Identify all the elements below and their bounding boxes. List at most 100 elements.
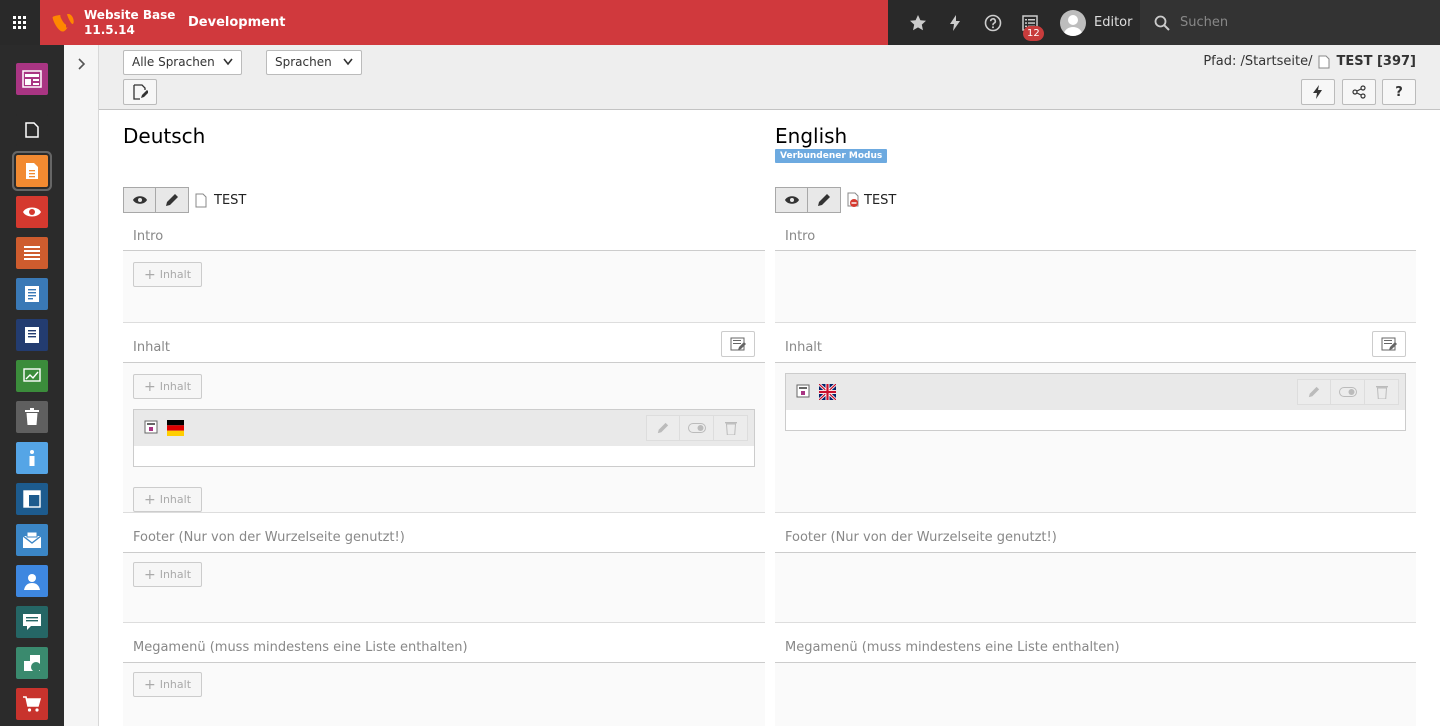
- help-button[interactable]: ?: [1382, 79, 1416, 105]
- share-button[interactable]: [1342, 79, 1376, 105]
- module-template-icon[interactable]: [16, 319, 48, 351]
- pencil-icon: [818, 194, 830, 206]
- app-menu-icon[interactable]: [0, 0, 40, 45]
- delete-content-button[interactable]: [714, 415, 748, 441]
- module-recycler-icon[interactable]: [16, 401, 48, 433]
- site-brand[interactable]: Website Base 11.5.14 Development: [40, 0, 888, 45]
- flag-gb-icon: [819, 384, 836, 400]
- question-icon: ?: [1395, 84, 1403, 100]
- module-about-icon[interactable]: [16, 442, 48, 474]
- doc-header: Alle Sprachen Sprachen Pfad: /Startseite…: [99, 45, 1440, 110]
- page-toolbar: TEST: [775, 187, 896, 213]
- module-page-list-icon[interactable]: [16, 155, 48, 187]
- toggle-icon: [1338, 387, 1357, 397]
- section-title: Footer (Nur von der Wurzelseite genutzt!…: [133, 530, 405, 545]
- languages-select[interactable]: Sprachen: [266, 50, 362, 75]
- module-info-icon[interactable]: [16, 278, 48, 310]
- clear-cache-button[interactable]: [1301, 79, 1335, 105]
- module-list-icon[interactable]: [16, 237, 48, 269]
- toggle-visibility-button[interactable]: [680, 415, 714, 441]
- site-version: 11.5.14: [84, 23, 135, 37]
- navigation-column: [64, 45, 99, 726]
- module-web-layout-icon[interactable]: [16, 63, 48, 95]
- flash-cache-icon[interactable]: [937, 0, 973, 45]
- top-bar: Website Base 11.5.14 Development 12 Edit…: [0, 0, 1440, 45]
- chevron-right-icon[interactable]: [74, 57, 88, 71]
- module-menu: [0, 45, 64, 726]
- pencil-icon: [1308, 386, 1320, 398]
- toggle-visibility-button[interactable]: [1331, 379, 1365, 405]
- bookmark-star-icon[interactable]: [900, 0, 936, 45]
- view-page-button[interactable]: [775, 187, 808, 213]
- section-title: Intro: [133, 229, 164, 244]
- section-title: Footer (Nur von der Wurzelseite genutzt!…: [785, 530, 1057, 545]
- language-column-deutsch: Deutsch TEST Intro + Inhalt Inhalt + Inhal…: [123, 111, 765, 726]
- page-edit-icon: [133, 84, 148, 100]
- language-title: English: [775, 124, 848, 148]
- page-hidden-icon: [847, 192, 859, 207]
- chevron-down-icon: [223, 58, 233, 66]
- translation-mode-badge: Verbundener Modus: [775, 149, 888, 163]
- section-megamenu: Megamenü (muss mindestens eine Liste ent…: [123, 623, 765, 726]
- module-layout-icon[interactable]: [16, 483, 48, 515]
- edit-content-button[interactable]: [1297, 379, 1331, 405]
- module-extensions-icon[interactable]: [16, 647, 48, 679]
- edit-page-button[interactable]: [808, 187, 841, 213]
- user-menu[interactable]: Editor: [1060, 0, 1132, 45]
- chevron-down-icon: [343, 58, 353, 66]
- module-view-icon[interactable]: [16, 196, 48, 228]
- edit-page-button[interactable]: [156, 187, 189, 213]
- toggle-icon: [687, 423, 706, 433]
- page-toolbar: TEST: [123, 187, 246, 213]
- column-edit-button[interactable]: [1372, 331, 1406, 357]
- module-reports-icon[interactable]: [16, 360, 48, 392]
- application-context: Development: [188, 15, 286, 30]
- section-title: Megamenü (muss mindestens eine Liste ent…: [785, 640, 1120, 655]
- language-select-value: Alle Sprachen: [132, 55, 215, 69]
- languages-select-value: Sprachen: [275, 55, 332, 69]
- edit-page-properties-button[interactable]: [123, 79, 157, 105]
- trash-icon: [1375, 386, 1388, 399]
- share-icon: [1352, 85, 1366, 99]
- page-icon: [1318, 55, 1330, 68]
- notification-count-badge: 12: [1023, 26, 1044, 41]
- eye-icon: [784, 196, 799, 204]
- content-type-icon: [796, 384, 810, 398]
- path-label: Pfad: /Startseite/: [1203, 54, 1313, 69]
- pencil-icon: [166, 194, 178, 206]
- add-content-button[interactable]: + Inhalt: [133, 562, 202, 587]
- add-content-button[interactable]: + Inhalt: [133, 374, 202, 399]
- edit-column-icon: [1381, 337, 1397, 351]
- content-element[interactable]: [133, 409, 755, 467]
- language-title: Deutsch: [123, 124, 206, 148]
- help-icon[interactable]: [975, 0, 1011, 45]
- add-content-button[interactable]: + Inhalt: [133, 487, 202, 512]
- section-footer: Footer (Nur von der Wurzelseite genutzt!…: [775, 513, 1416, 623]
- delete-content-button[interactable]: [1365, 379, 1399, 405]
- language-select[interactable]: Alle Sprachen: [123, 50, 242, 75]
- content-element[interactable]: [785, 373, 1406, 431]
- pencil-icon: [657, 422, 669, 434]
- page-name: TEST: [195, 193, 246, 208]
- module-comments-icon[interactable]: [16, 606, 48, 638]
- content-type-icon: [144, 420, 158, 434]
- add-content-button[interactable]: + Inhalt: [133, 672, 202, 697]
- search-input[interactable]: [1180, 15, 1420, 30]
- column-edit-button[interactable]: [721, 331, 755, 357]
- page-name-text: TEST: [214, 192, 247, 208]
- view-page-button[interactable]: [123, 187, 156, 213]
- page-icon: [195, 193, 207, 207]
- add-content-button[interactable]: + Inhalt: [133, 262, 202, 287]
- page-name-text: TEST: [864, 192, 897, 208]
- module-shop-icon[interactable]: [16, 688, 48, 720]
- module-page-icon[interactable]: [16, 114, 48, 146]
- user-name: Editor: [1094, 15, 1133, 30]
- module-newsletter-icon[interactable]: [16, 524, 48, 556]
- section-title: Megamenü (muss mindestens eine Liste ent…: [133, 640, 468, 655]
- edit-column-icon: [730, 337, 746, 351]
- search-icon: [1154, 15, 1170, 31]
- module-users-icon[interactable]: [16, 565, 48, 597]
- site-name: Website Base: [84, 8, 176, 22]
- breadcrumb: Pfad: /Startseite/ TEST [397]: [1203, 54, 1416, 69]
- edit-content-button[interactable]: [646, 415, 680, 441]
